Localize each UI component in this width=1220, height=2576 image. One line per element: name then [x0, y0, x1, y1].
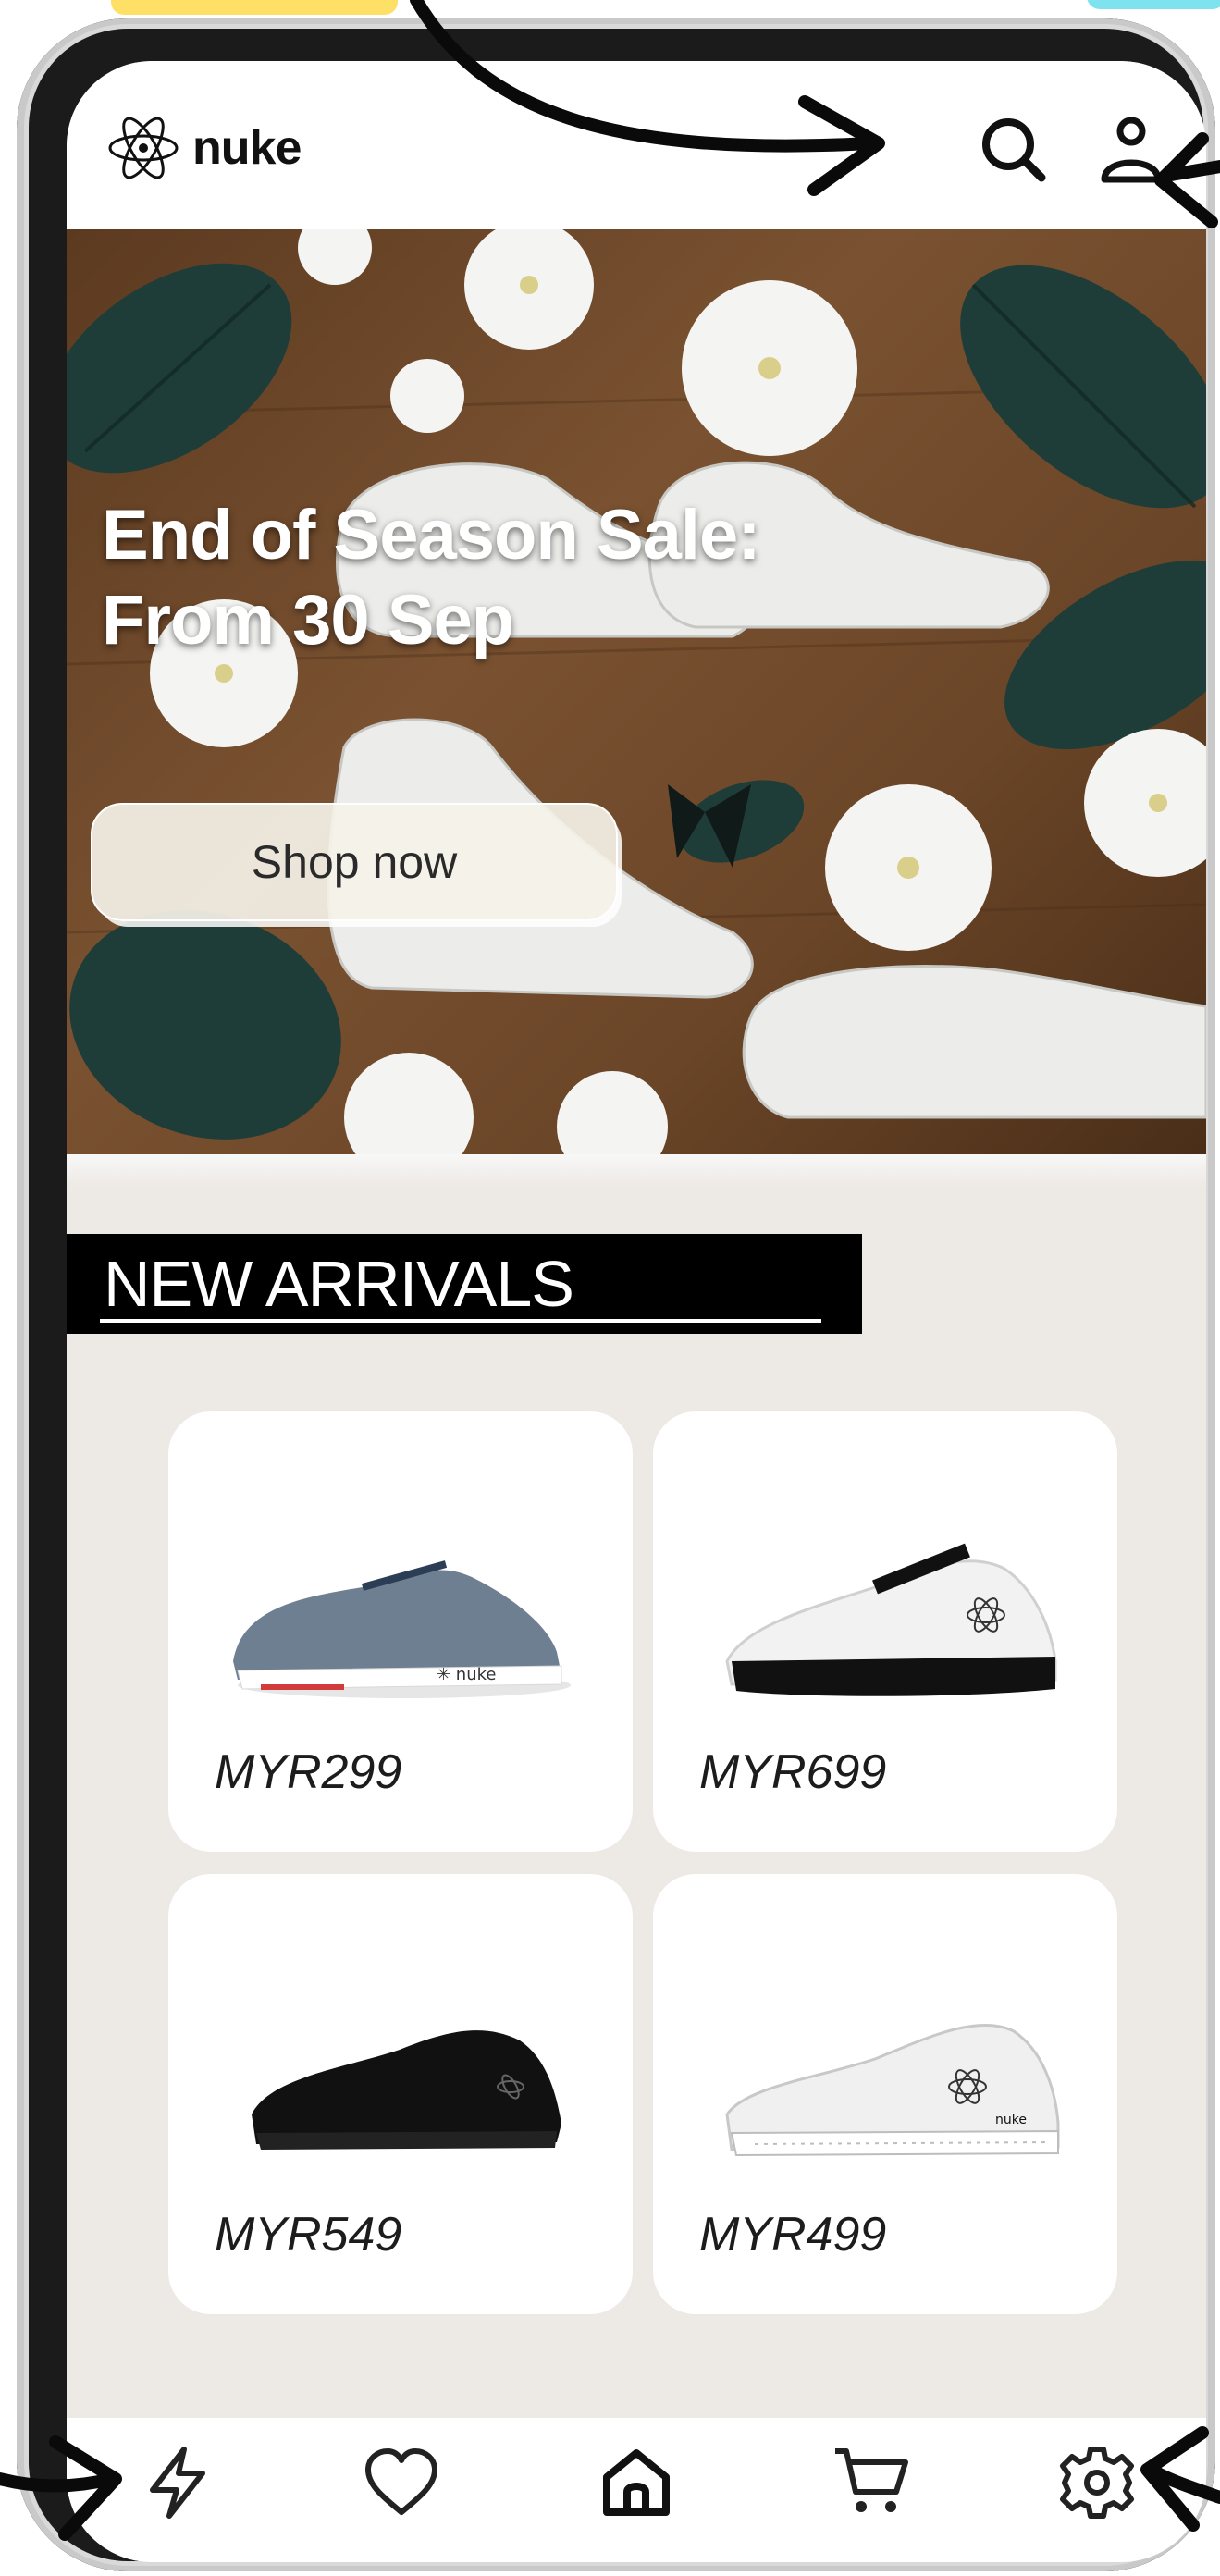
hero-title-line2: From 30 Sep	[102, 581, 514, 659]
hero-title-line1: End of Season Sale:	[102, 496, 761, 574]
product-card[interactable]: nuke MYR499	[653, 1874, 1117, 2314]
app-screen: nuke End of Season Sale: From 30 Sep Sho…	[67, 61, 1206, 2562]
heart-icon	[365, 2448, 437, 2515]
brand-name: nuke	[192, 121, 302, 175]
nav-cart-button[interactable]	[825, 2436, 918, 2529]
running-shoe-image: ✳ nuke	[233, 1560, 571, 1698]
product-price: MYR499	[699, 2208, 887, 2262]
svg-text:✳ nuke: ✳ nuke	[437, 1665, 496, 1684]
hero-divider	[67, 1154, 1206, 1188]
svg-text:nuke: nuke	[995, 2113, 1027, 2127]
hero-banner: End of Season Sale: From 30 Sep Shop now	[67, 229, 1206, 1154]
white-court-shoe-image: nuke	[725, 2023, 1060, 2157]
search-button[interactable]	[973, 109, 1053, 189]
bottom-navigation	[67, 2418, 1206, 2562]
heading-underline	[100, 1319, 821, 1323]
user-icon	[1101, 117, 1162, 183]
nav-home-button[interactable]	[590, 2436, 683, 2529]
nav-flash-button[interactable]	[131, 2436, 224, 2529]
search-icon	[982, 118, 1046, 182]
atom-logo-icon	[108, 117, 179, 179]
product-price: MYR299	[215, 1745, 402, 1799]
phone-frame: nuke End of Season Sale: From 30 Sep Sho…	[17, 18, 1215, 2571]
home-icon	[603, 2449, 670, 2516]
app-header: nuke	[67, 61, 1206, 229]
cart-icon	[835, 2448, 908, 2512]
new-arrivals-heading: NEW ARRIVALS	[104, 1248, 574, 1320]
product-card[interactable]: MYR549	[168, 1874, 633, 2314]
sneaker-white-image	[725, 1543, 1057, 1696]
product-price: MYR549	[215, 2208, 402, 2262]
shop-now-button[interactable]: Shop now	[91, 803, 618, 921]
lightning-icon	[150, 2447, 205, 2519]
settings-icon	[1060, 2447, 1134, 2519]
brand-logo[interactable]: nuke	[105, 111, 302, 185]
product-card[interactable]: MYR699	[653, 1411, 1117, 1852]
hero-title: End of Season Sale: From 30 Sep	[102, 493, 897, 663]
annotation-highlight-yellow	[111, 0, 398, 15]
nav-settings-button[interactable]	[1051, 2436, 1143, 2529]
black-sneaker-image	[252, 2030, 561, 2150]
product-card[interactable]: ✳ nuke MYR299	[168, 1411, 633, 1852]
annotation-highlight-cyan	[1087, 0, 1220, 9]
product-price: MYR699	[699, 1745, 887, 1799]
nav-favorites-button[interactable]	[355, 2436, 448, 2529]
account-button[interactable]	[1091, 109, 1171, 189]
new-arrivals-heading-block: NEW ARRIVALS	[67, 1234, 862, 1334]
hero-image	[67, 229, 1206, 1154]
